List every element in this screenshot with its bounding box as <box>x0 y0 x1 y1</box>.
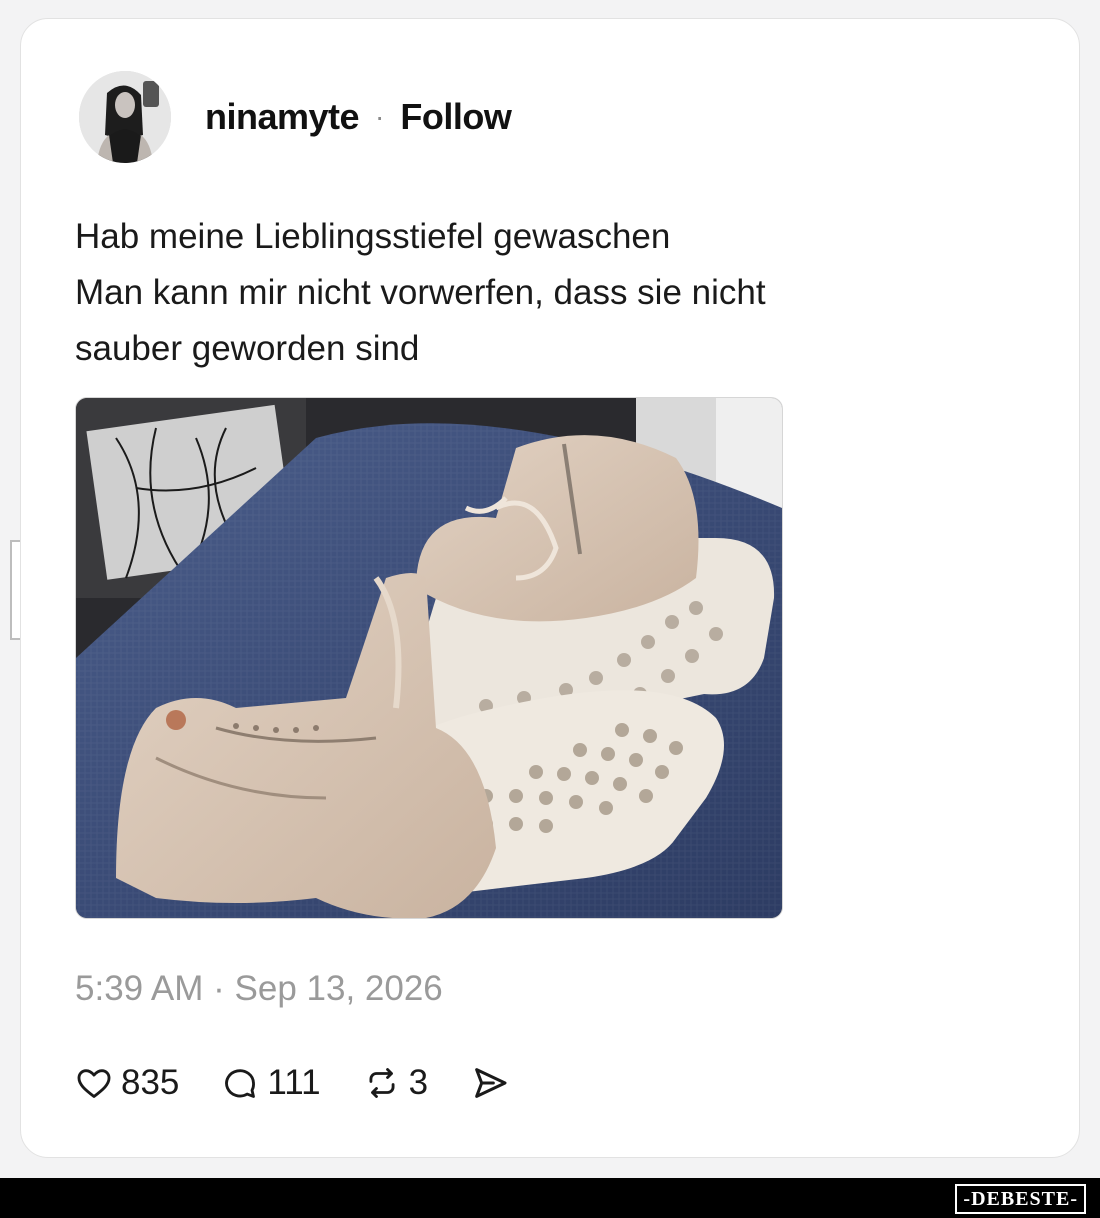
follow-button[interactable]: Follow <box>400 96 511 138</box>
post-text-line: sauber geworden sind <box>75 329 420 368</box>
share-button[interactable] <box>470 1063 510 1103</box>
separator-dot: · <box>375 101 385 132</box>
post-text: Hab meine Lieblingsstiefel gewaschen Man… <box>75 209 975 377</box>
post-photo[interactable] <box>75 397 783 919</box>
boots-photo-illustration <box>76 398 782 918</box>
action-bar: 835 111 3 <box>75 1059 552 1107</box>
comment-count: 111 <box>267 1063 321 1102</box>
repost-button[interactable]: 3 <box>363 1063 428 1103</box>
username[interactable]: ninamyte <box>205 96 360 138</box>
speech-bubble-icon <box>225 1069 256 1098</box>
timestamp: 5:39 AM · Sep 13, 2026 <box>75 969 443 1008</box>
heart-icon <box>77 1069 111 1098</box>
like-count: 835 <box>121 1063 180 1102</box>
like-button[interactable]: 835 <box>75 1063 179 1103</box>
repost-arrows-icon <box>369 1068 395 1098</box>
post-header: ninamyte · Follow <box>79 71 512 163</box>
avatar[interactable] <box>79 71 171 163</box>
post-card: ninamyte · Follow Hab meine Lieblingssti… <box>20 18 1080 1158</box>
post-text-line: Man kann mir nicht vorwerfen, dass sie n… <box>75 273 766 312</box>
comment-button[interactable]: 111 <box>221 1063 321 1103</box>
repost-count: 3 <box>408 1063 429 1102</box>
footer-bar: -DEBESTE- <box>0 1178 1100 1218</box>
send-icon <box>475 1068 507 1098</box>
post-text-line: Hab meine Lieblingsstiefel gewaschen <box>75 217 671 256</box>
footer-watermark: -DEBESTE- <box>955 1184 1086 1214</box>
